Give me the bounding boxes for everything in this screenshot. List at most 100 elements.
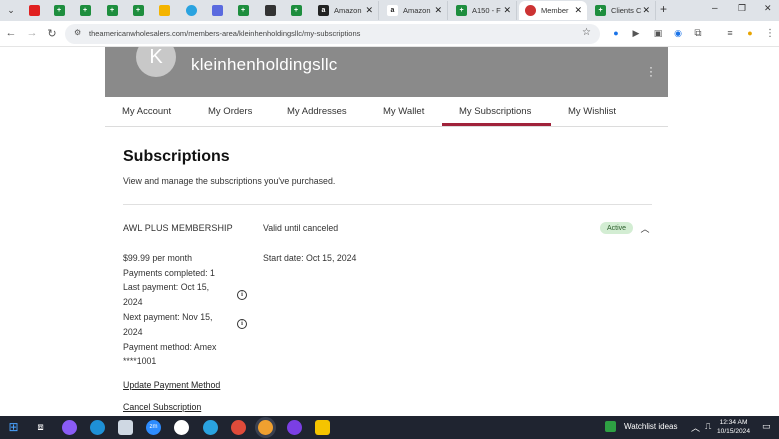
site-icon (525, 5, 536, 16)
payment-method: Payment method: Amex (123, 342, 217, 352)
extensions-puzzle-icon[interactable]: ⧉ (690, 25, 706, 41)
close-tab-icon[interactable]: ✕ (574, 5, 582, 16)
photos-tab-icon[interactable] (157, 3, 171, 17)
start-date: Start date: Oct 15, 2024 (263, 253, 357, 263)
close-window-icon[interactable]: ✕ (764, 3, 772, 14)
tab-amazon-2[interactable]: a Amazon ✕ (381, 1, 448, 20)
page-subtitle: View and manage the subscriptions you've… (123, 176, 336, 186)
site-info-icon[interactable]: ⚙ (74, 28, 81, 37)
tab-a150[interactable]: + A150 - F ✕ (450, 1, 517, 20)
app-tab-icon[interactable] (210, 3, 224, 17)
nav-my-account[interactable]: My Account (122, 106, 171, 117)
taskbar: ⊞ ⧈ zm Watchlist ideas ︿ ⎍ 12:34 AM 10/1… (0, 416, 779, 439)
nav-my-addresses[interactable]: My Addresses (287, 106, 347, 117)
sheets-tab-icon[interactable]: + (131, 3, 145, 17)
divider (123, 204, 652, 205)
tab-member[interactable]: Member ✕ (519, 1, 587, 20)
extension-icon[interactable]: ● (608, 25, 624, 41)
price-text: $99.99 per month (123, 253, 192, 263)
sheets-icon: + (456, 5, 467, 16)
forward-icon[interactable]: → (24, 25, 40, 41)
next-payment-year: 2024 (123, 327, 143, 337)
amazon-icon: a (318, 5, 329, 16)
browser-menu-icon[interactable]: ⋮ (762, 25, 778, 41)
sheets-tab-icon[interactable]: + (52, 3, 66, 17)
last-payment: Last payment: Oct 15, (123, 282, 210, 292)
extension-icon[interactable]: ▣ (650, 25, 666, 41)
nav-my-wallet[interactable]: My Wallet (383, 106, 424, 117)
tab-clients[interactable]: + Clients C ✕ (589, 1, 656, 20)
next-payment: Next payment: Nov 15, (123, 312, 213, 322)
app-tab-icon[interactable] (263, 3, 277, 17)
profile-username: kleinhenholdingsllc (191, 55, 338, 74)
reload-icon[interactable]: ↻ (44, 25, 60, 41)
close-tab-icon[interactable]: ✕ (642, 5, 650, 16)
chevron-up-icon[interactable]: ︿ (691, 421, 700, 434)
update-payment-method-link[interactable]: Update Payment Method (123, 380, 220, 390)
address-bar: ← → ↻ ⚙ theamericanwholesalers.com/membe… (0, 21, 779, 47)
sheets-tab-icon[interactable]: + (236, 3, 250, 17)
payment-method-card: ****1001 (123, 356, 157, 366)
bookmark-star-icon[interactable]: ☆ (582, 27, 591, 38)
url-field[interactable]: ⚙ theamericanwholesalers.com/members-are… (65, 24, 600, 44)
copilot-icon[interactable] (62, 420, 77, 435)
stocks-icon (605, 421, 616, 432)
sheets-tab-icon[interactable]: + (105, 3, 119, 17)
avatar: K (136, 47, 176, 77)
extension-icon[interactable]: ◉ (670, 25, 686, 41)
minimize-icon[interactable]: – (712, 3, 718, 14)
chrome-icon[interactable] (231, 420, 246, 435)
url-text: theamericanwholesalers.com/members-area/… (89, 29, 361, 38)
sheets-tab-icon[interactable]: + (289, 3, 303, 17)
browser-tab-strip: ⌄ + + + + + + a Amazon ✕ a Amazon ✕ + A150… (0, 0, 779, 21)
active-tab-indicator (442, 123, 551, 126)
close-tab-icon[interactable]: ✕ (434, 5, 442, 16)
status-badge: Active (600, 222, 633, 234)
app-icon[interactable] (287, 420, 302, 435)
profile-banner: K kleinhenholdingsllc · · · (105, 47, 668, 97)
chrome-profile-icon[interactable] (258, 420, 273, 435)
last-payment-year: 2024 (123, 297, 143, 307)
cancel-subscription-link[interactable]: Cancel Subscription (123, 402, 201, 412)
sheets-icon: + (595, 5, 606, 16)
validity-text: Valid until canceled (263, 223, 339, 233)
notification-icon[interactable]: ▭ (762, 421, 771, 432)
new-tab-icon[interactable]: + (660, 2, 667, 16)
network-icon[interactable]: ⎍ (705, 421, 711, 432)
page-content: K kleinhenholdingsllc · · · My Account My … (0, 47, 779, 416)
page-title: Subscriptions (123, 148, 230, 165)
more-options-icon[interactable]: · · · (648, 61, 654, 81)
watchlist-widget[interactable]: Watchlist ideas (605, 421, 678, 432)
close-tab-icon[interactable]: ✕ (365, 5, 373, 16)
tab-amazon[interactable]: a Amazon ✕ (312, 1, 379, 20)
extension-icon[interactable]: ▶ (628, 25, 644, 41)
windows-start-icon[interactable]: ⊞ (6, 420, 21, 435)
sheets-tab-icon[interactable]: + (78, 3, 92, 17)
members-nav: My Account My Orders My Addresses My Wal… (105, 97, 668, 127)
app-icon[interactable] (118, 420, 133, 435)
sticky-notes-icon[interactable] (315, 420, 330, 435)
payments-completed: Payments completed: 1 (123, 268, 215, 278)
amazon-icon: a (387, 5, 398, 16)
telegram-icon[interactable] (203, 420, 218, 435)
tab-search-icon[interactable]: ⌄ (4, 3, 18, 17)
nav-my-orders[interactable]: My Orders (208, 106, 252, 117)
close-tab-icon[interactable]: ✕ (503, 5, 511, 16)
zoom-icon[interactable]: zm (146, 420, 161, 435)
info-icon[interactable]: i (237, 290, 247, 300)
clock[interactable]: 12:34 AM 10/15/2024 (717, 418, 750, 436)
nav-my-wishlist[interactable]: My Wishlist (568, 106, 616, 117)
info-icon[interactable]: i (237, 319, 247, 329)
plan-name: AWL PLUS MEMBERSHIP (123, 223, 233, 233)
chevron-up-icon[interactable]: ︿ (640, 223, 650, 234)
profile-icon[interactable]: ● (742, 25, 758, 41)
youtube-tab-icon[interactable] (27, 3, 41, 17)
restore-icon[interactable]: ❐ (738, 3, 746, 14)
task-view-icon[interactable]: ⧈ (33, 420, 48, 435)
back-icon[interactable]: ← (3, 25, 19, 41)
edge-icon[interactable] (90, 420, 105, 435)
slack-icon[interactable] (174, 420, 189, 435)
nav-my-subscriptions[interactable]: My Subscriptions (459, 106, 531, 117)
media-icon[interactable]: ≡ (722, 25, 738, 41)
telegram-tab-icon[interactable] (184, 3, 198, 17)
